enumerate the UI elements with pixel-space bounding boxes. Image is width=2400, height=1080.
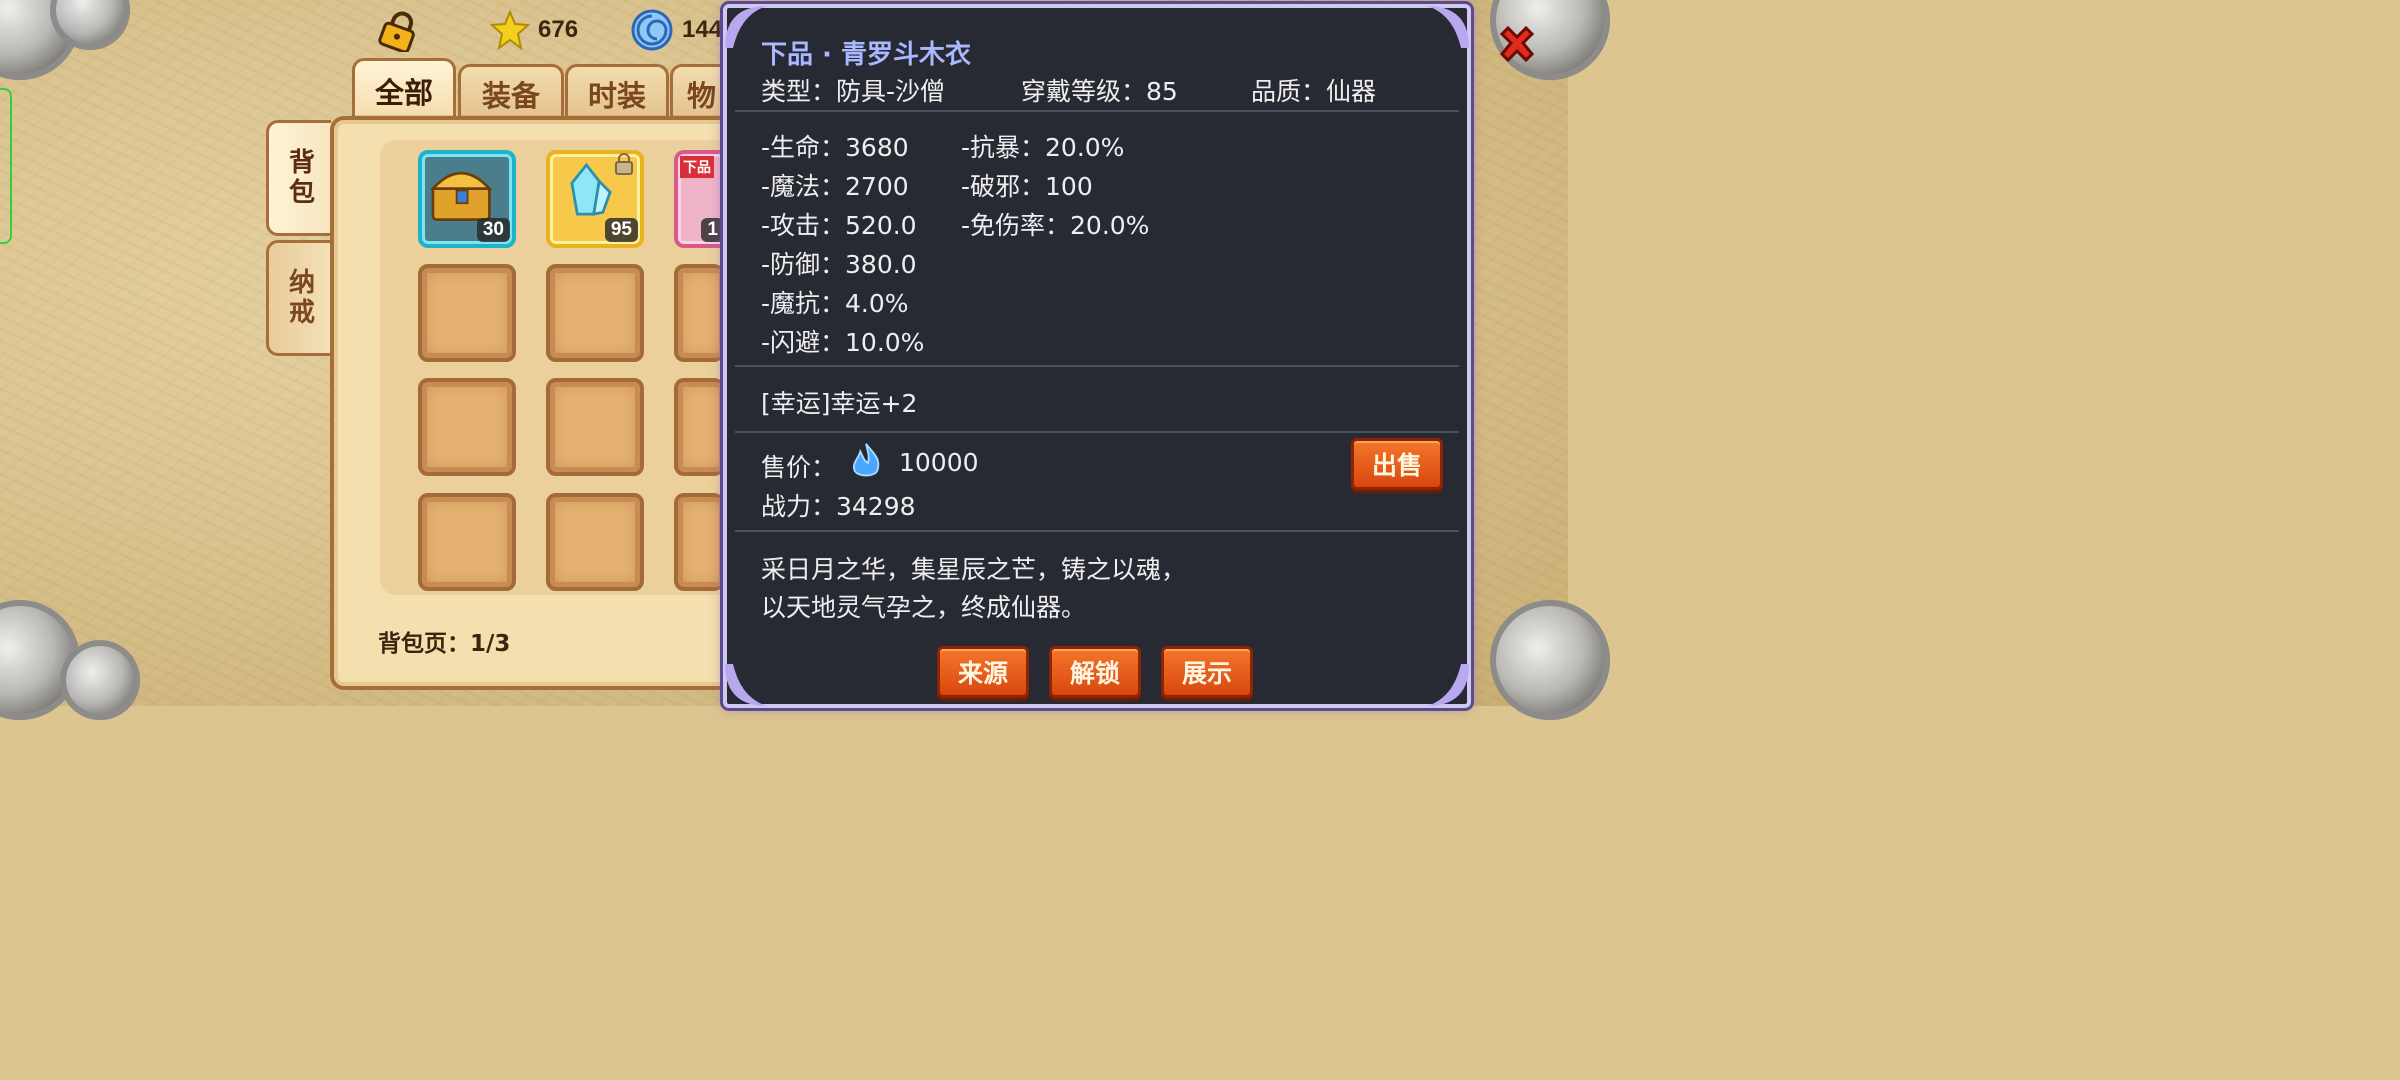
- inventory-slot-empty[interactable]: [546, 493, 644, 591]
- gem-currency: 144: [630, 8, 722, 52]
- button-label: 解锁: [1069, 659, 1120, 688]
- item-quality: 品质：仙器: [1251, 77, 1377, 106]
- stat-mp: -魔法：2700: [761, 172, 909, 201]
- stat-crit-resist: -抗暴：20.0%: [961, 133, 1125, 162]
- inventory-slot-empty[interactable]: [546, 264, 644, 362]
- grade-badge: 下品: [680, 156, 714, 178]
- stat-magic-resist: -魔抗：4.0%: [761, 289, 909, 318]
- button-label: 来源: [957, 659, 1008, 688]
- cloud-ornament-bottom-left-2: [60, 640, 140, 720]
- price-value: 10000: [899, 448, 979, 477]
- tab-all[interactable]: 全部: [352, 58, 456, 121]
- corner-ornament-icon: [1427, 6, 1469, 48]
- gem-count: 144: [682, 16, 723, 43]
- inventory-slot-empty[interactable]: [418, 264, 516, 362]
- side-tab-ring[interactable]: 纳戒: [266, 240, 331, 356]
- inventory-slot-armor[interactable]: 下品 1: [674, 150, 724, 248]
- side-panel-edge[interactable]: [0, 88, 12, 244]
- close-icon[interactable]: [1494, 22, 1540, 68]
- corner-ornament-icon: [725, 664, 767, 706]
- tab-label: 装备: [481, 79, 540, 113]
- inventory-slot-empty[interactable]: [674, 264, 724, 362]
- item-description-line2: 以天地灵气孕之，终成仙器。: [761, 593, 1087, 622]
- inventory-slot-empty[interactable]: [418, 493, 516, 591]
- inventory-slot-empty[interactable]: [418, 378, 516, 476]
- bag-page-indicator: 背包页：1/3: [378, 631, 511, 657]
- star-currency: 676: [490, 10, 578, 50]
- stat-damage-reduction: -免伤率：20.0%: [961, 211, 1150, 240]
- side-tab-label: 背包: [284, 148, 315, 208]
- star-icon: [490, 10, 530, 50]
- divider: [735, 365, 1459, 367]
- tab-label: 全部: [374, 76, 433, 110]
- side-tab-backpack[interactable]: 背包: [266, 120, 331, 236]
- cloud-ornament-bottom-right: [1490, 600, 1610, 720]
- stat-attack: -攻击：520.0: [761, 211, 917, 240]
- blue-flame-icon: [852, 443, 880, 477]
- item-title: 下品 · 青罗斗木衣: [761, 40, 971, 70]
- item-description-line1: 采日月之华，集星辰之芒，铸之以魂，: [761, 555, 1187, 584]
- stat-dodge: -闪避：10.0%: [761, 328, 925, 357]
- inventory-slot-empty[interactable]: [546, 378, 644, 476]
- item-count: 30: [476, 218, 510, 242]
- item-level: 穿戴等级：85: [1021, 77, 1178, 106]
- tab-equipment[interactable]: 装备: [458, 64, 564, 121]
- price-label: 售价：: [761, 453, 837, 482]
- lock-icon: [378, 11, 415, 52]
- source-button[interactable]: 来源: [937, 646, 1029, 698]
- inventory-slot-crystal[interactable]: 95: [546, 150, 644, 248]
- inventory-slot-empty[interactable]: [674, 493, 724, 591]
- stat-defense: -防御：380.0: [761, 250, 917, 279]
- inventory-slot-empty[interactable]: [674, 378, 724, 476]
- button-label: 展示: [1181, 659, 1232, 688]
- inventory-slot-treasure-chest[interactable]: 30: [418, 150, 516, 248]
- divider: [735, 530, 1459, 532]
- item-count: 1: [701, 218, 724, 242]
- unlock-button[interactable]: 解锁: [1049, 646, 1141, 698]
- stat-pierce: -破邪：100: [961, 172, 1093, 201]
- star-count: 676: [538, 16, 579, 43]
- divider: [735, 110, 1459, 112]
- side-tab-label: 纳戒: [284, 268, 315, 328]
- item-count: 95: [604, 218, 638, 242]
- item-detail-tooltip: 下品 · 青罗斗木衣 类型：防具-沙僧 穿戴等级：85 品质：仙器 -生命：36…: [723, 4, 1471, 708]
- lock-icon: [615, 153, 633, 175]
- corner-ornament-icon: [1427, 664, 1469, 706]
- tab-label: 时装: [587, 79, 646, 113]
- divider: [735, 431, 1459, 433]
- sell-button[interactable]: 出售: [1351, 438, 1443, 490]
- tab-label: 物: [687, 79, 717, 113]
- swirl-gem-icon: [631, 9, 673, 51]
- stat-hp: -生命：3680: [761, 133, 909, 162]
- show-button[interactable]: 展示: [1161, 646, 1253, 698]
- button-label: 出售: [1371, 451, 1422, 480]
- tab-fashion[interactable]: 时装: [565, 64, 669, 121]
- combat-power: 战力：34298: [761, 492, 916, 521]
- extra-attribute: [幸运]幸运+2: [761, 389, 918, 418]
- item-type: 类型：防具-沙僧: [761, 77, 946, 106]
